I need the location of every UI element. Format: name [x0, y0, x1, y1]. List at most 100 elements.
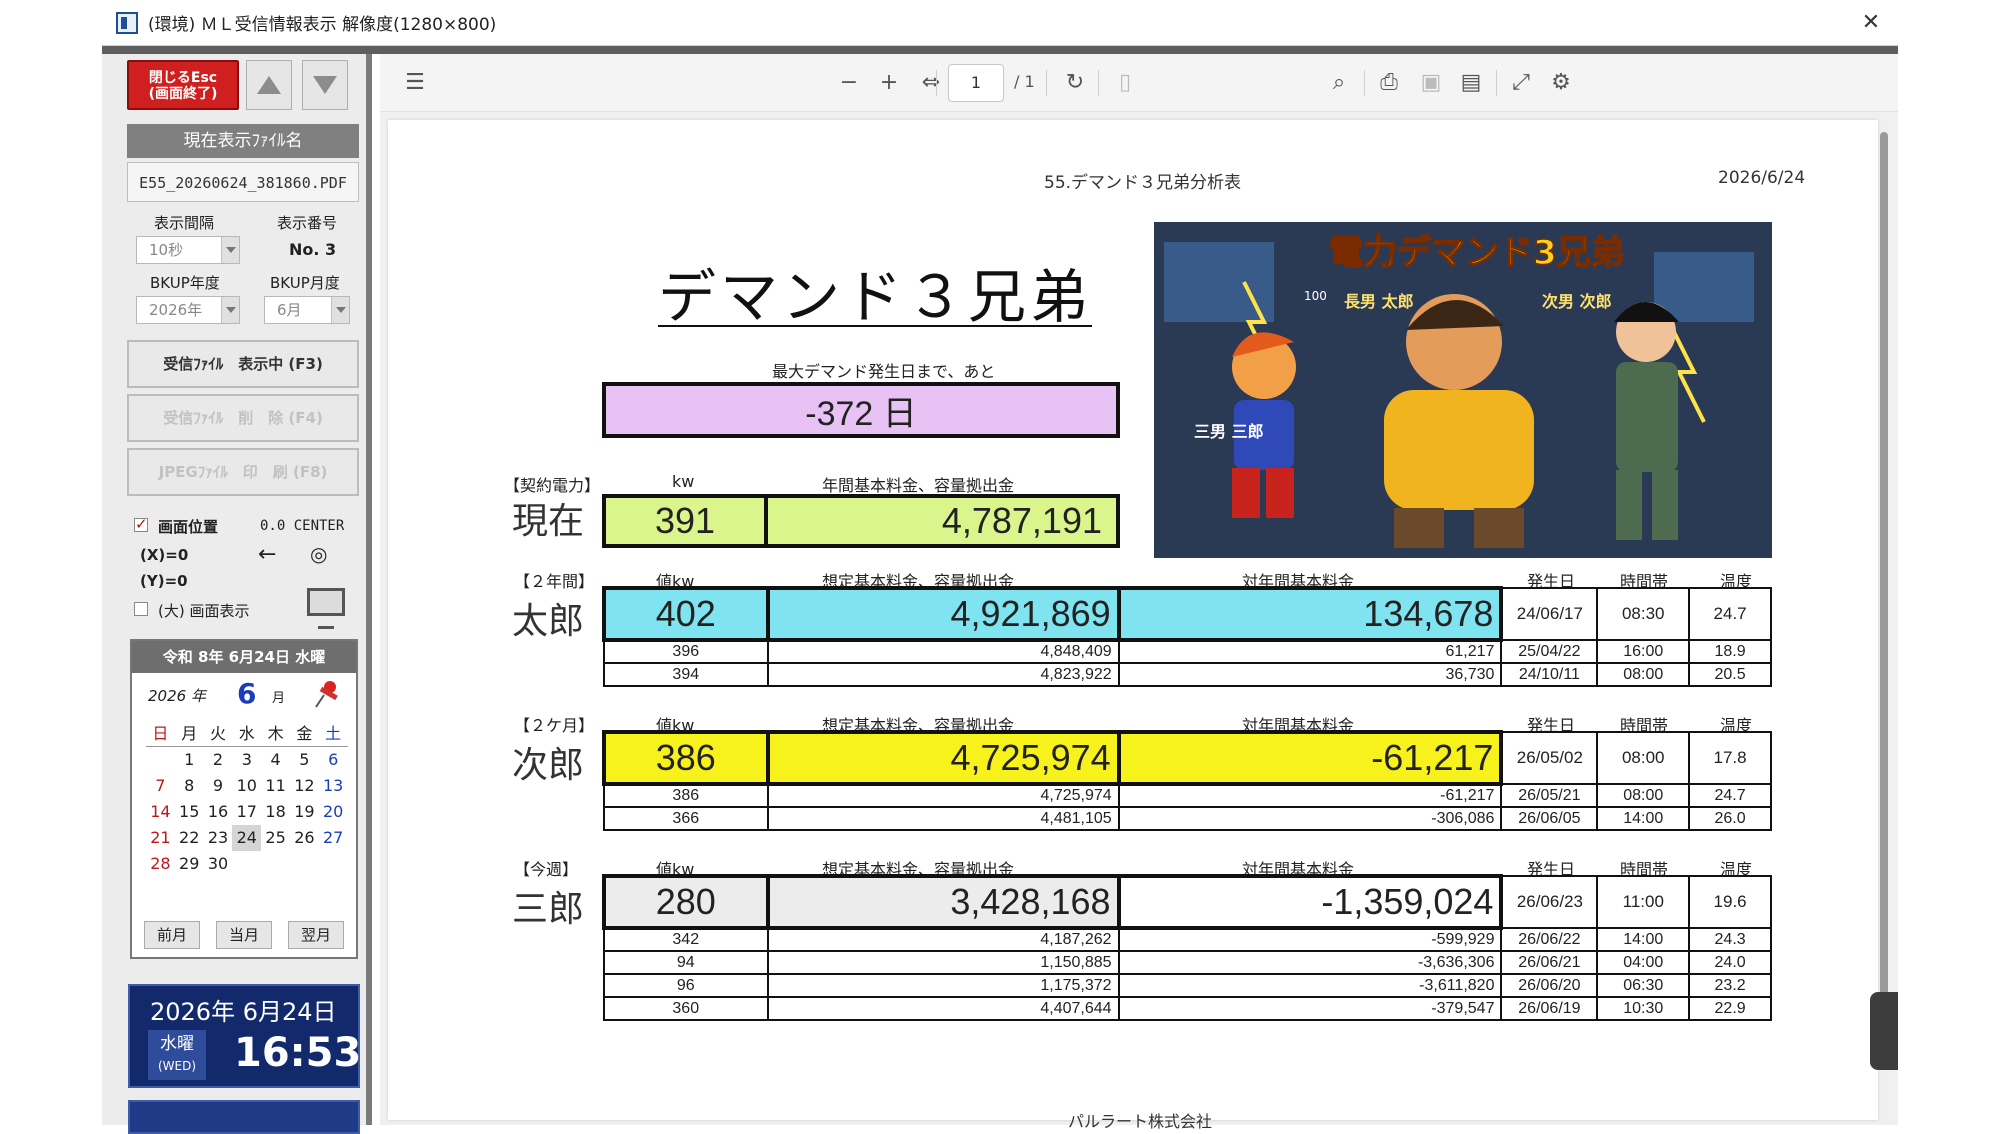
fullscreen-icon[interactable]: ⤢ [1506, 68, 1536, 98]
calendar-day[interactable]: 14 [146, 799, 175, 825]
taro-kw: 402 [602, 586, 770, 642]
cell: 24.7 [1688, 783, 1772, 808]
calendar-week: 123456 [146, 747, 348, 773]
calendar-day[interactable]: 19 [290, 799, 319, 825]
calendar-day[interactable]: 11 [261, 773, 290, 799]
cell: 26/06/22 [1500, 927, 1599, 952]
next-month-button[interactable]: 翌月 [288, 921, 344, 949]
clock-panel: 2026年 6月24日 水曜 (WED) 16:53 [128, 984, 362, 1088]
close-window-icon[interactable]: ✕ [1854, 6, 1888, 40]
calendar-day[interactable]: 9 [204, 773, 233, 799]
cell: 26/06/20 [1500, 973, 1599, 998]
calendar-day[interactable]: 12 [290, 773, 319, 799]
calendar-day[interactable]: 6 [319, 747, 348, 773]
calendar-day[interactable]: 22 [175, 825, 204, 851]
cell: 26.0 [1688, 806, 1772, 831]
calendar-week: 14 15 16 17 18 19 20 [146, 799, 348, 825]
calendar-day[interactable]: 2 [204, 747, 233, 773]
cell: 4,848,409 [766, 639, 1120, 664]
calendar-day[interactable]: 28 [146, 851, 175, 877]
cell: 06:30 [1596, 973, 1691, 998]
delete-file-button[interactable]: 受信ﾌｧｲﾙ 削 除 (F4) [127, 394, 359, 442]
save-icon[interactable]: ▣ [1416, 68, 1446, 98]
cell: 26/05/21 [1500, 783, 1599, 808]
left-arrow-icon[interactable]: ← [258, 542, 276, 567]
calendar-day[interactable]: 24 [232, 825, 262, 851]
interval-select[interactable]: 10秒 [136, 236, 240, 264]
prev-file-button[interactable] [246, 60, 292, 110]
print-jpeg-button[interactable]: JPEGﾌｧｲﾙ 印 刷 (F8) [127, 448, 359, 496]
settings-gear-icon[interactable]: ⚙ [1546, 68, 1576, 98]
calendar-day[interactable]: 5 [290, 747, 319, 773]
taro-amount: 4,921,869 [765, 586, 1121, 642]
monitor-icon[interactable] [307, 588, 345, 629]
cell: -3,611,820 [1117, 973, 1503, 998]
cell: 36,730 [1117, 662, 1503, 687]
calendar-month: 6 [237, 677, 257, 710]
center-target-icon[interactable]: ◎ [310, 542, 327, 566]
calendar-day[interactable]: 30 [204, 851, 233, 877]
page-view-icon[interactable]: ▯ [1110, 68, 1140, 98]
bkup-month-value: 6月 [277, 301, 302, 319]
clock-date: 2026年 6月24日 [150, 998, 337, 1026]
calendar-day[interactable]: 29 [175, 851, 204, 877]
calendar-day[interactable]: 23 [204, 825, 233, 851]
cell: 4,823,922 [766, 662, 1120, 687]
zoom-in-icon[interactable]: + [874, 68, 904, 98]
table-row: 366 4,481,105 -306,086 26/06/05 14:00 26.0 [603, 806, 1772, 831]
next-file-button[interactable] [302, 60, 348, 110]
outline-icon[interactable]: ☰ [400, 68, 430, 98]
bkup-month-select[interactable]: 6月 [264, 296, 350, 324]
scrollbar-thumb[interactable] [1880, 132, 1888, 1032]
bkup-year-select[interactable]: 2026年 [136, 296, 240, 324]
taro-tag: 【２年間】 [514, 572, 595, 591]
jiro-tag: 【２ケ月】 [514, 716, 595, 735]
table-row: 396 4,848,409 61,217 25/04/22 16:00 18.9 [603, 639, 1772, 664]
calendar-day[interactable]: 13 [319, 773, 348, 799]
art-label-saburo: 三男 三郎 [1194, 422, 1264, 441]
calendar-day[interactable]: 8 [175, 773, 204, 799]
search-icon[interactable]: ⌕ [1324, 68, 1354, 98]
current-month-button[interactable]: 当月 [216, 921, 272, 949]
print-icon[interactable]: ⎙ [1374, 68, 1404, 98]
zoom-out-icon[interactable]: − [834, 68, 864, 98]
calendar-day[interactable]: 10 [232, 773, 261, 799]
calendar-day[interactable]: 15 [175, 799, 204, 825]
large-display-checkbox[interactable] [134, 602, 148, 616]
screen-position-value: 0.0 CENTER [260, 518, 345, 534]
calendar-day[interactable]: 25 [261, 825, 290, 851]
vertical-scrollbar[interactable] [1878, 120, 1890, 1125]
page-number-input[interactable]: 1 [948, 64, 1004, 102]
side-panel-tab[interactable] [1870, 992, 1898, 1070]
clock-time: 16:53 [234, 1030, 362, 1076]
calendar-day[interactable]: 27 [319, 825, 348, 851]
calendar-day[interactable]: 3 [232, 747, 261, 773]
app-window: (環境) ＭＬ受信情報表示 解像度(1280×800) ✕ 閉じるEsc (画面… [102, 0, 1898, 1134]
toolbar-divider [936, 70, 937, 96]
exit-button[interactable]: 閉じるEsc (画面終了) [127, 60, 239, 110]
cell: 22.9 [1688, 996, 1772, 1021]
received-file-button[interactable]: 受信ﾌｧｲﾙ 表示中 (F3) [127, 340, 359, 388]
save-as-icon[interactable]: ▤ [1456, 68, 1486, 98]
screen-position-checkbox[interactable] [134, 515, 148, 533]
calendar-day[interactable]: 1 [175, 747, 204, 773]
fit-width-icon[interactable]: ⇔ [916, 68, 946, 98]
contract-annual: 4,787,191 [764, 494, 1120, 548]
cell: 4,481,105 [766, 806, 1120, 831]
rotate-icon[interactable]: ↻ [1060, 68, 1090, 98]
display-number-label: 表示番号 [277, 214, 338, 232]
calendar-day[interactable]: 17 [232, 799, 261, 825]
app-icon [116, 11, 138, 34]
saburo-kw: 280 [602, 874, 770, 930]
calendar-day[interactable]: 26 [290, 825, 319, 851]
calendar-day[interactable]: 7 [146, 773, 175, 799]
toolbar-divider [1364, 70, 1365, 96]
calendar-day[interactable]: 18 [261, 799, 290, 825]
pdf-page: 55.デマンド３兄弟分析表 2026/6/24 デマンド３兄弟 電力デマンド3兄… [388, 120, 1878, 1131]
calendar-day[interactable]: 16 [204, 799, 233, 825]
prev-month-button[interactable]: 前月 [144, 921, 200, 949]
calendar-day[interactable]: 20 [319, 799, 348, 825]
calendar-day[interactable]: 4 [261, 747, 290, 773]
calendar-day[interactable]: 21 [146, 825, 175, 851]
calendar-week: 21 22 23 24 25 26 27 [146, 825, 348, 851]
